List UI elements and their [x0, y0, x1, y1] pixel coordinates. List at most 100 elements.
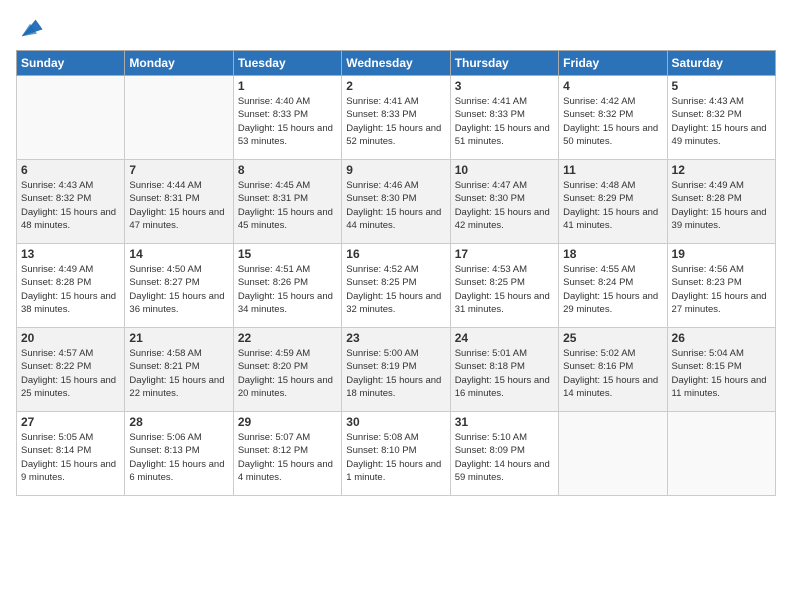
weekday-header-row: SundayMondayTuesdayWednesdayThursdayFrid… — [17, 51, 776, 76]
day-number: 8 — [238, 163, 337, 177]
day-info: Sunrise: 5:08 AMSunset: 8:10 PMDaylight:… — [346, 431, 445, 484]
calendar-cell: 23Sunrise: 5:00 AMSunset: 8:19 PMDayligh… — [342, 328, 450, 412]
calendar-cell: 17 Sunrise: 4:53 AMSunset: 8:25 PMDayligh… — [450, 244, 558, 328]
calendar-cell — [559, 412, 667, 496]
calendar-cell: 5Sunrise: 4:43 AMSunset: 8:32 PMDaylight… — [667, 76, 775, 160]
calendar-cell: 4 Sunrise: 4:42 AMSunset: 8:32 PMDaylight… — [559, 76, 667, 160]
calendar-cell: 3 Sunrise: 4:41 AMSunset: 8:33 PMDaylight… — [450, 76, 558, 160]
calendar-cell: 26 Sunrise: 5:04 AMSunset: 8:15 PMDayligh… — [667, 328, 775, 412]
day-number: 22 — [238, 331, 337, 345]
day-info: Sunrise: 5:10 AMSunset: 8:09 PMDaylight:… — [455, 431, 554, 484]
day-info: Sunrise: 4:58 AMSunset: 8:21 PMDaylight:… — [129, 347, 228, 400]
day-number: 23 — [346, 331, 445, 345]
logo-icon — [16, 14, 44, 42]
day-info: Sunrise: 4:44 AMSunset: 8:31 PMDaylight:… — [129, 179, 228, 232]
day-info: Sunrise: 4:59 AMSunset: 8:20 PMDaylight:… — [238, 347, 337, 400]
day-number: 3 — [455, 79, 554, 93]
day-number: 4 — [563, 79, 662, 93]
calendar-cell: 13 Sunrise: 4:49 AMSunset: 8:28 PMDayligh… — [17, 244, 125, 328]
day-info: Sunrise: 4:41 AMSunset: 8:33 PMDaylight:… — [346, 95, 445, 148]
calendar-cell: 21 Sunrise: 4:58 AMSunset: 8:21 PMDayligh… — [125, 328, 233, 412]
calendar-cell: 15 Sunrise: 4:51 AMSunset: 8:26 PMDayligh… — [233, 244, 341, 328]
day-number: 29 — [238, 415, 337, 429]
day-info: Sunrise: 4:52 AMSunset: 8:25 PMDaylight:… — [346, 263, 445, 316]
calendar-cell: 19Sunrise: 4:56 AMSunset: 8:23 PMDayligh… — [667, 244, 775, 328]
day-info: Sunrise: 4:56 AMSunset: 8:23 PMDaylight:… — [672, 263, 771, 316]
day-info: Sunrise: 4:53 AMSunset: 8:25 PMDaylight:… — [455, 263, 554, 316]
day-number: 6 — [21, 163, 120, 177]
header — [16, 10, 776, 42]
day-number: 21 — [129, 331, 228, 345]
calendar-cell: 11 Sunrise: 4:48 AMSunset: 8:29 PMDayligh… — [559, 160, 667, 244]
logo — [16, 14, 46, 42]
calendar-cell: 9Sunrise: 4:46 AMSunset: 8:30 PMDaylight… — [342, 160, 450, 244]
day-info: Sunrise: 5:04 AMSunset: 8:15 PMDaylight:… — [672, 347, 771, 400]
weekday-header-saturday: Saturday — [667, 51, 775, 76]
weekday-header-friday: Friday — [559, 51, 667, 76]
calendar-week-row: 20 Sunrise: 4:57 AMSunset: 8:22 PMDayligh… — [17, 328, 776, 412]
day-number: 20 — [21, 331, 120, 345]
day-number: 25 — [563, 331, 662, 345]
calendar-cell: 10 Sunrise: 4:47 AMSunset: 8:30 PMDayligh… — [450, 160, 558, 244]
day-info: Sunrise: 4:55 AMSunset: 8:24 PMDaylight:… — [563, 263, 662, 316]
day-info: Sunrise: 4:49 AMSunset: 8:28 PMDaylight:… — [672, 179, 771, 232]
day-number: 13 — [21, 247, 120, 261]
day-number: 16 — [346, 247, 445, 261]
day-number: 15 — [238, 247, 337, 261]
calendar-cell: 14Sunrise: 4:50 AMSunset: 8:27 PMDayligh… — [125, 244, 233, 328]
calendar-cell: 7 Sunrise: 4:44 AMSunset: 8:31 PMDaylight… — [125, 160, 233, 244]
day-number: 1 — [238, 79, 337, 93]
weekday-header-thursday: Thursday — [450, 51, 558, 76]
day-info: Sunrise: 5:06 AMSunset: 8:13 PMDaylight:… — [129, 431, 228, 484]
day-number: 24 — [455, 331, 554, 345]
day-info: Sunrise: 4:42 AMSunset: 8:32 PMDaylight:… — [563, 95, 662, 148]
calendar: SundayMondayTuesdayWednesdayThursdayFrid… — [16, 50, 776, 496]
day-number: 11 — [563, 163, 662, 177]
page: SundayMondayTuesdayWednesdayThursdayFrid… — [0, 0, 792, 612]
calendar-cell: 8 Sunrise: 4:45 AMSunset: 8:31 PMDaylight… — [233, 160, 341, 244]
day-number: 7 — [129, 163, 228, 177]
day-number: 26 — [672, 331, 771, 345]
day-info: Sunrise: 4:48 AMSunset: 8:29 PMDaylight:… — [563, 179, 662, 232]
day-number: 5 — [672, 79, 771, 93]
day-info: Sunrise: 4:57 AMSunset: 8:22 PMDaylight:… — [21, 347, 120, 400]
calendar-cell — [667, 412, 775, 496]
weekday-header-monday: Monday — [125, 51, 233, 76]
day-number: 12 — [672, 163, 771, 177]
calendar-cell — [17, 76, 125, 160]
day-info: Sunrise: 4:49 AMSunset: 8:28 PMDaylight:… — [21, 263, 120, 316]
day-number: 2 — [346, 79, 445, 93]
day-number: 18 — [563, 247, 662, 261]
calendar-cell: 6 Sunrise: 4:43 AMSunset: 8:32 PMDaylight… — [17, 160, 125, 244]
day-number: 31 — [455, 415, 554, 429]
day-info: Sunrise: 4:45 AMSunset: 8:31 PMDaylight:… — [238, 179, 337, 232]
calendar-week-row: 6 Sunrise: 4:43 AMSunset: 8:32 PMDaylight… — [17, 160, 776, 244]
day-number: 10 — [455, 163, 554, 177]
calendar-cell: 12 Sunrise: 4:49 AMSunset: 8:28 PMDayligh… — [667, 160, 775, 244]
day-info: Sunrise: 5:02 AMSunset: 8:16 PMDaylight:… — [563, 347, 662, 400]
day-info: Sunrise: 4:46 AMSunset: 8:30 PMDaylight:… — [346, 179, 445, 232]
calendar-cell: 31 Sunrise: 5:10 AMSunset: 8:09 PMDayligh… — [450, 412, 558, 496]
calendar-week-row: 13 Sunrise: 4:49 AMSunset: 8:28 PMDayligh… — [17, 244, 776, 328]
calendar-cell: 27 Sunrise: 5:05 AMSunset: 8:14 PMDayligh… — [17, 412, 125, 496]
calendar-week-row: 27 Sunrise: 5:05 AMSunset: 8:14 PMDayligh… — [17, 412, 776, 496]
day-number: 27 — [21, 415, 120, 429]
day-info: Sunrise: 5:05 AMSunset: 8:14 PMDaylight:… — [21, 431, 120, 484]
day-info: Sunrise: 5:07 AMSunset: 8:12 PMDaylight:… — [238, 431, 337, 484]
day-info: Sunrise: 4:41 AMSunset: 8:33 PMDaylight:… — [455, 95, 554, 148]
calendar-cell: 25 Sunrise: 5:02 AMSunset: 8:16 PMDayligh… — [559, 328, 667, 412]
day-info: Sunrise: 4:43 AMSunset: 8:32 PMDaylight:… — [21, 179, 120, 232]
day-number: 17 — [455, 247, 554, 261]
calendar-cell: 2 Sunrise: 4:41 AMSunset: 8:33 PMDaylight… — [342, 76, 450, 160]
day-number: 30 — [346, 415, 445, 429]
weekday-header-sunday: Sunday — [17, 51, 125, 76]
day-info: Sunrise: 4:50 AMSunset: 8:27 PMDaylight:… — [129, 263, 228, 316]
day-info: Sunrise: 4:47 AMSunset: 8:30 PMDaylight:… — [455, 179, 554, 232]
calendar-cell — [125, 76, 233, 160]
day-info: Sunrise: 5:01 AMSunset: 8:18 PMDaylight:… — [455, 347, 554, 400]
calendar-week-row: 1Sunrise: 4:40 AMSunset: 8:33 PMDaylight… — [17, 76, 776, 160]
calendar-cell: 24 Sunrise: 5:01 AMSunset: 8:18 PMDayligh… — [450, 328, 558, 412]
calendar-cell: 20 Sunrise: 4:57 AMSunset: 8:22 PMDayligh… — [17, 328, 125, 412]
calendar-cell: 29 Sunrise: 5:07 AMSunset: 8:12 PMDayligh… — [233, 412, 341, 496]
day-info: Sunrise: 4:51 AMSunset: 8:26 PMDaylight:… — [238, 263, 337, 316]
